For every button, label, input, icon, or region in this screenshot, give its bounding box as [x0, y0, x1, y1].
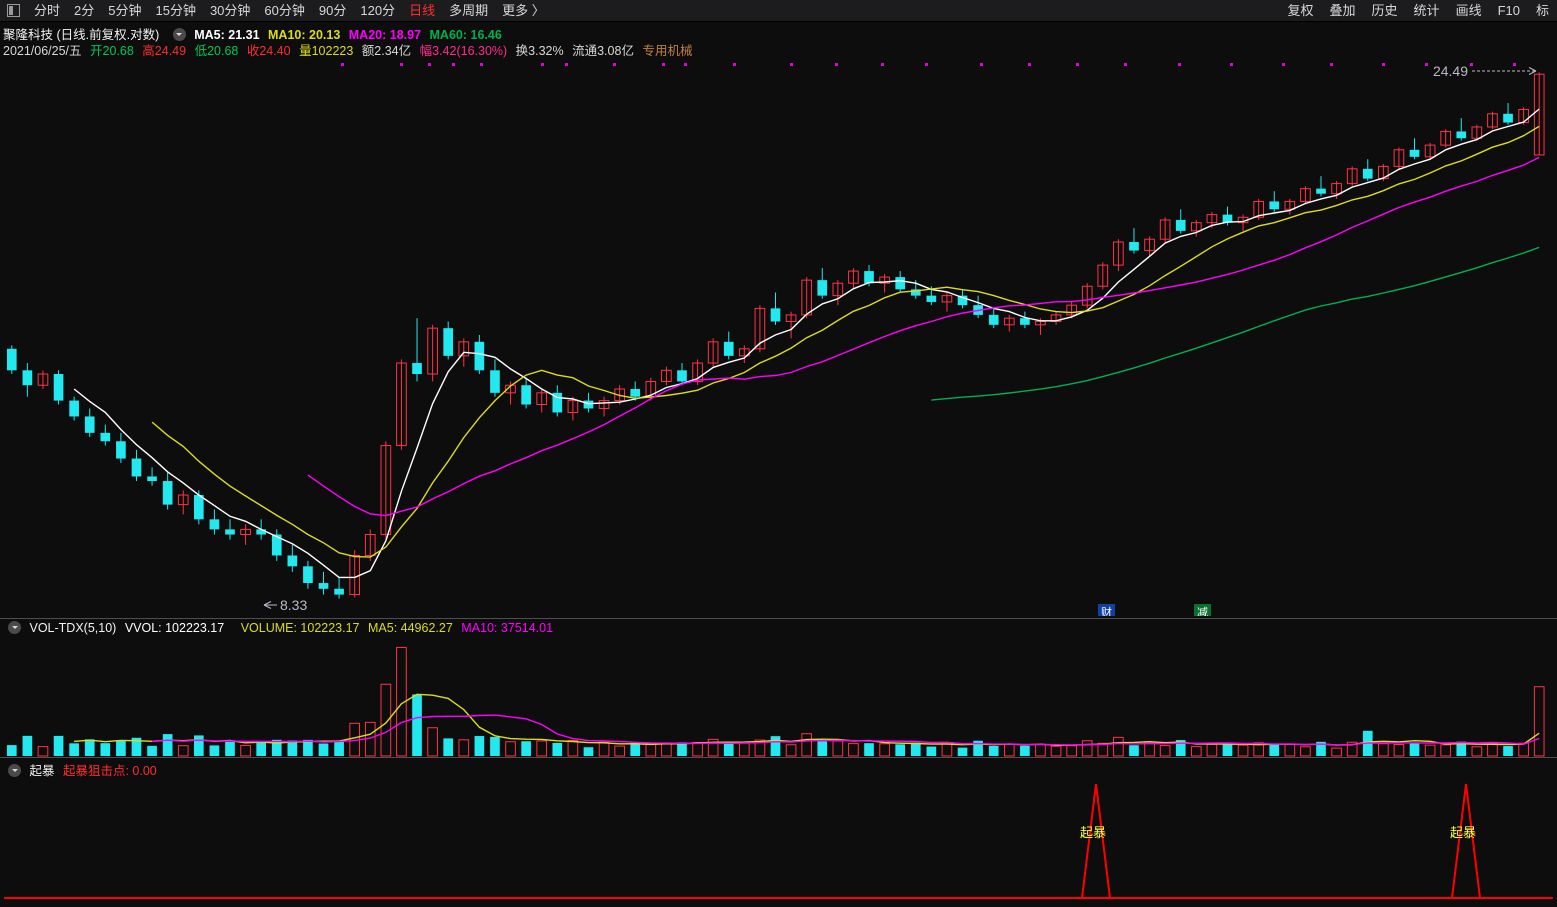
quote-volume: 量102223 [299, 44, 354, 58]
toolbar-huaxian[interactable]: 画线 [1448, 0, 1490, 22]
period-tab-5[interactable]: 60分钟 [257, 0, 311, 22]
signal-panel-header: 起暴 起暴狙击点: 0.00 [3, 760, 162, 779]
quote-low: 低20.68 [194, 44, 239, 58]
quote-industry: 专用机械 [642, 44, 693, 58]
period-tab-multi[interactable]: 多周期 [442, 0, 495, 22]
signal-label-1: 起暴 [1450, 825, 1476, 840]
toolbar-f10[interactable]: F10 [1490, 0, 1528, 22]
toolbar-tongji[interactable]: 统计 [1406, 0, 1448, 22]
period-tab-2[interactable]: 5分钟 [101, 0, 148, 22]
period-toolbar: 分时 2分 5分钟 15分钟 30分钟 60分钟 90分 120分 日线 多周期… [0, 0, 1557, 22]
volume-ma5: MA5: 44962.27 [368, 621, 453, 635]
period-tab-4[interactable]: 30分钟 [203, 0, 257, 22]
toolbar-diejia[interactable]: 叠加 [1322, 0, 1364, 22]
chart-application: 分时 2分 5分钟 15分钟 30分钟 60分钟 90分 120分 日线 多周期… [0, 0, 1557, 907]
volume-vvol: VVOL: 102223.17 [124, 621, 225, 635]
quote-change: 幅3.42(16.30%) [419, 44, 508, 58]
chevron-down-circle-icon[interactable] [8, 764, 21, 777]
quote-high: 高24.49 [142, 44, 187, 58]
volume-panel-header: VOL-TDX(5,10) VVOL: 102223.17 VOLUME: 10… [3, 621, 558, 635]
toolbar-fuquan[interactable]: 复权 [1280, 0, 1322, 22]
quote-open: 开20.68 [90, 44, 134, 58]
price-chart-panel[interactable]: 24.49 8.33 财 减 [0, 58, 1557, 616]
period-tab-more[interactable]: 更多 〉 [495, 0, 552, 22]
signal-indicator-title: 起暴 [29, 764, 55, 778]
period-tab-3[interactable]: 15分钟 [148, 0, 202, 22]
volume-chart-panel[interactable]: VOL-TDX(5,10) VVOL: 102223.17 VOLUME: 10… [0, 618, 1557, 775]
signal-chart-panel[interactable]: 起暴 起暴 起暴 起暴狙击点: 0.00 [0, 757, 1557, 907]
toolbar-lishi[interactable]: 历史 [1364, 0, 1406, 22]
period-tab-0[interactable]: 分时 [27, 0, 67, 22]
signal-value: 起暴狙击点: 0.00 [62, 764, 157, 778]
toolbar-biao[interactable]: 标 [1528, 0, 1557, 22]
signal-plot[interactable]: 起暴 起暴 [0, 758, 1557, 907]
layout-split-icon[interactable] [7, 4, 20, 17]
chevron-down-circle-icon[interactable] [8, 621, 21, 634]
stock-info-line-quote: 2021/06/25/五 开20.68 高24.49 低20.68 收24.40… [3, 40, 697, 58]
quote-amount: 额2.34亿 [361, 44, 412, 58]
quote-float-cap: 流通3.08亿 [572, 44, 634, 58]
volume-indicator-title: VOL-TDX(5,10) [29, 621, 117, 635]
candlestick-plot[interactable] [0, 58, 1557, 616]
period-toolbar-right: 复权 叠加 历史 统计 画线 F10 标 [1280, 0, 1557, 22]
volume-plot[interactable] [0, 638, 1557, 775]
period-tab-1[interactable]: 2分 [67, 0, 101, 22]
quote-turnover: 换3.32% [515, 44, 564, 58]
stock-info-line-ma: 聚隆科技 (日线.前复权.对数) MA5: 21.31 MA10: 20.13 … [3, 24, 507, 42]
period-tab-daily[interactable]: 日线 [402, 0, 442, 22]
quote-date: 2021/06/25/五 [3, 44, 82, 58]
period-tab-6[interactable]: 90分 [312, 0, 353, 22]
volume-volume: VOLUME: 102223.17 [240, 621, 360, 635]
period-tab-7[interactable]: 120分 [353, 0, 402, 22]
signal-label-0: 起暴 [1080, 825, 1106, 840]
volume-ma10: MA10: 37514.01 [461, 621, 554, 635]
quote-close: 收24.40 [246, 44, 291, 58]
period-toolbar-left: 分时 2分 5分钟 15分钟 30分钟 60分钟 90分 120分 日线 多周期… [0, 0, 552, 22]
